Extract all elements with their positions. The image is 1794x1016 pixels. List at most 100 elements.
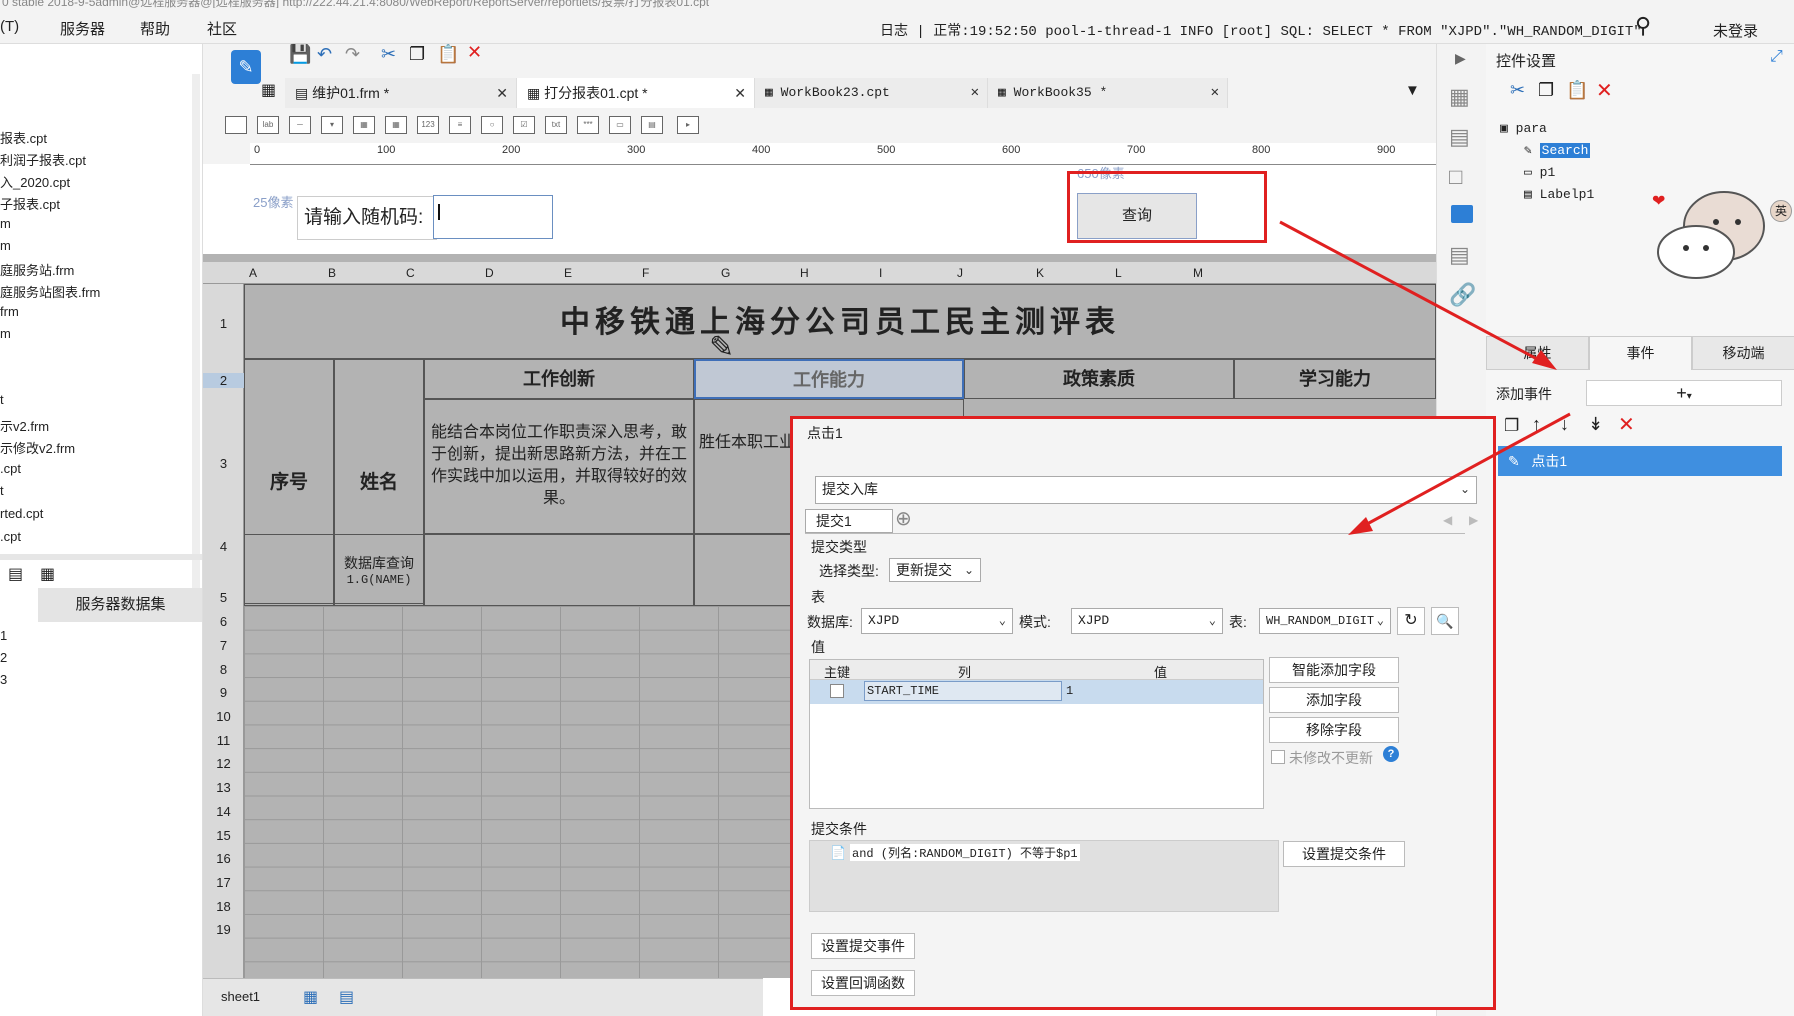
dataset-add-icon[interactable]: ▤ (8, 564, 23, 584)
unmodified-checkbox[interactable] (1271, 750, 1285, 764)
widget-settings-icon[interactable] (1451, 205, 1473, 223)
cell-row4-c[interactable] (424, 534, 694, 606)
expand-icon[interactable]: ⤢ (1770, 48, 1783, 66)
add-poly-sheet-icon[interactable]: ▤ (339, 987, 354, 1007)
widget-calendar-icon[interactable]: ▦ (385, 116, 407, 134)
tab-workbook23[interactable]: ▦ WorkBook23.cpt ✕ (755, 78, 988, 108)
file-item[interactable]: 示v2.frm (0, 416, 49, 435)
file-item[interactable]: 入_2020.cpt (0, 172, 70, 191)
widget-radio-icon[interactable]: ○ (481, 116, 503, 134)
event-item-click1[interactable]: ✎ 点击1 (1498, 446, 1782, 476)
row-label[interactable]: 8 (203, 662, 244, 677)
remove-field-button[interactable]: 移除字段 (1269, 717, 1399, 743)
widget-text-icon[interactable]: txt (545, 116, 567, 134)
row-label[interactable]: 18 (203, 899, 244, 914)
undo-icon[interactable]: ↶ (317, 44, 332, 65)
row-label[interactable]: 11 (203, 733, 244, 748)
file-item[interactable]: 庭服务站图表.frm (0, 282, 100, 301)
cut-icon[interactable]: ✂ (1510, 80, 1525, 101)
file-item[interactable]: 利润子报表.cpt (0, 150, 86, 169)
header-policy[interactable]: 政策素质 (964, 359, 1234, 399)
row-label[interactable]: 13 (203, 780, 244, 795)
redo-icon[interactable]: ↷ (345, 44, 360, 65)
preview-table-button[interactable]: 🔍 (1431, 607, 1459, 635)
file-item[interactable]: .cpt (0, 529, 21, 544)
col-label[interactable]: C (406, 266, 415, 280)
row-label[interactable]: 5 (203, 590, 244, 605)
value-field[interactable]: 1 (1066, 684, 1073, 698)
widget-label-icon[interactable] (225, 116, 247, 134)
close-icon[interactable]: ✕ (971, 78, 979, 108)
row-label[interactable]: 1 (203, 316, 244, 331)
dataset-edit-icon[interactable]: ▦ (40, 564, 55, 584)
row-label[interactable]: 3 (203, 456, 244, 471)
row-label[interactable]: 17 (203, 875, 244, 890)
cell-element-icon[interactable]: ▤ (1449, 124, 1470, 150)
menu-item-server[interactable]: 服务器 (60, 18, 105, 39)
row-label[interactable]: 19 (203, 922, 244, 937)
database-select[interactable]: XJPD ⌄ (861, 608, 1013, 634)
tab-submit1[interactable]: 提交1 (805, 509, 893, 533)
header-innovation[interactable]: 工作创新 (424, 359, 694, 399)
widget-number-icon[interactable]: 123 (417, 116, 439, 134)
file-item[interactable]: rted.cpt (0, 506, 43, 521)
col-label[interactable]: G (721, 266, 730, 280)
header-ability[interactable]: 工作能力 (694, 359, 964, 399)
condition-item[interactable]: and (列名:RANDOM_DIGIT) 不等于$p1 (850, 844, 1080, 861)
file-item[interactable]: m (0, 238, 11, 253)
row-label[interactable]: 14 (203, 804, 244, 819)
widget-textarea-icon[interactable]: lab (257, 116, 279, 134)
add-sheet-icon[interactable]: ▦ (303, 987, 318, 1007)
row-label[interactable]: 4 (203, 539, 244, 554)
tree-item-labelp1[interactable]: ▤ Labelp1 (1524, 187, 1594, 202)
col-label[interactable]: D (485, 266, 494, 280)
row-label[interactable]: 2 (203, 373, 244, 388)
submit-type-select[interactable]: 更新提交 ⌄ (889, 558, 981, 582)
tab-mobile[interactable]: 移动端 (1692, 336, 1794, 370)
tree-item-search[interactable]: ✎ Search (1524, 143, 1591, 158)
condition-icon[interactable]: ▤ (1449, 242, 1470, 268)
file-item[interactable]: 报表.cpt (0, 128, 47, 147)
grid-icon[interactable]: ▦ (261, 80, 276, 100)
move-up-icon[interactable]: ↑ (1532, 414, 1541, 435)
set-callback-button[interactable]: 设置回调函数 (811, 970, 915, 996)
close-icon[interactable]: ✕ (496, 78, 508, 108)
copy-icon[interactable]: ❐ (1538, 80, 1554, 101)
file-item[interactable]: .cpt (0, 461, 21, 476)
file-item[interactable]: t (0, 483, 4, 498)
cell-attr-icon[interactable]: ▦ (1449, 84, 1470, 110)
tab-properties[interactable]: 属性 (1486, 336, 1589, 370)
file-item[interactable]: t (0, 392, 4, 407)
set-submit-event-button[interactable]: 设置提交事件 (811, 933, 915, 959)
delete-icon[interactable]: ✕ (1618, 412, 1635, 437)
move-bottom-icon[interactable]: ↡ (1588, 414, 1603, 435)
template-icon[interactable]: ✎ (231, 50, 261, 84)
cell-row4-a[interactable] (244, 534, 334, 606)
login-link[interactable]: 未登录 (1713, 20, 1758, 41)
menu-item-tools[interactable]: (T) (0, 18, 19, 35)
col-label[interactable]: I (879, 266, 882, 280)
col-label[interactable]: K (1036, 266, 1044, 280)
add-field-button[interactable]: 添加字段 (1269, 687, 1399, 713)
widget-date-icon[interactable]: ▦ (353, 116, 375, 134)
row-label[interactable]: 9 (203, 685, 244, 700)
widget-list-icon[interactable]: ≡ (449, 116, 471, 134)
delete-icon[interactable]: ✕ (1596, 78, 1613, 103)
random-code-input[interactable] (433, 195, 553, 239)
tree-item-p1[interactable]: ▭ p1 (1524, 165, 1555, 180)
tab-events[interactable]: 事件 (1589, 336, 1692, 370)
move-down-icon[interactable]: ↓ (1560, 414, 1569, 435)
widget-textfield-icon[interactable]: ─ (289, 116, 311, 134)
schema-select[interactable]: XJPD ⌄ (1071, 608, 1223, 634)
col-label[interactable]: A (249, 266, 257, 280)
action-type-select[interactable]: 提交入库 ⌄ (815, 476, 1477, 504)
widget-tree-icon[interactable]: ▤ (641, 116, 663, 134)
row-label[interactable]: 10 (203, 709, 244, 724)
col-label[interactable]: J (957, 266, 963, 280)
col-label[interactable]: H (800, 266, 809, 280)
tab-workbook35[interactable]: ▦ WorkBook35 * ✕ (988, 78, 1228, 108)
file-item[interactable]: 子报表.cpt (0, 194, 60, 213)
panel-divider[interactable] (0, 554, 202, 560)
server-dataset-header[interactable]: 服务器数据集 (38, 588, 202, 622)
help-icon[interactable]: ? (1383, 746, 1399, 762)
